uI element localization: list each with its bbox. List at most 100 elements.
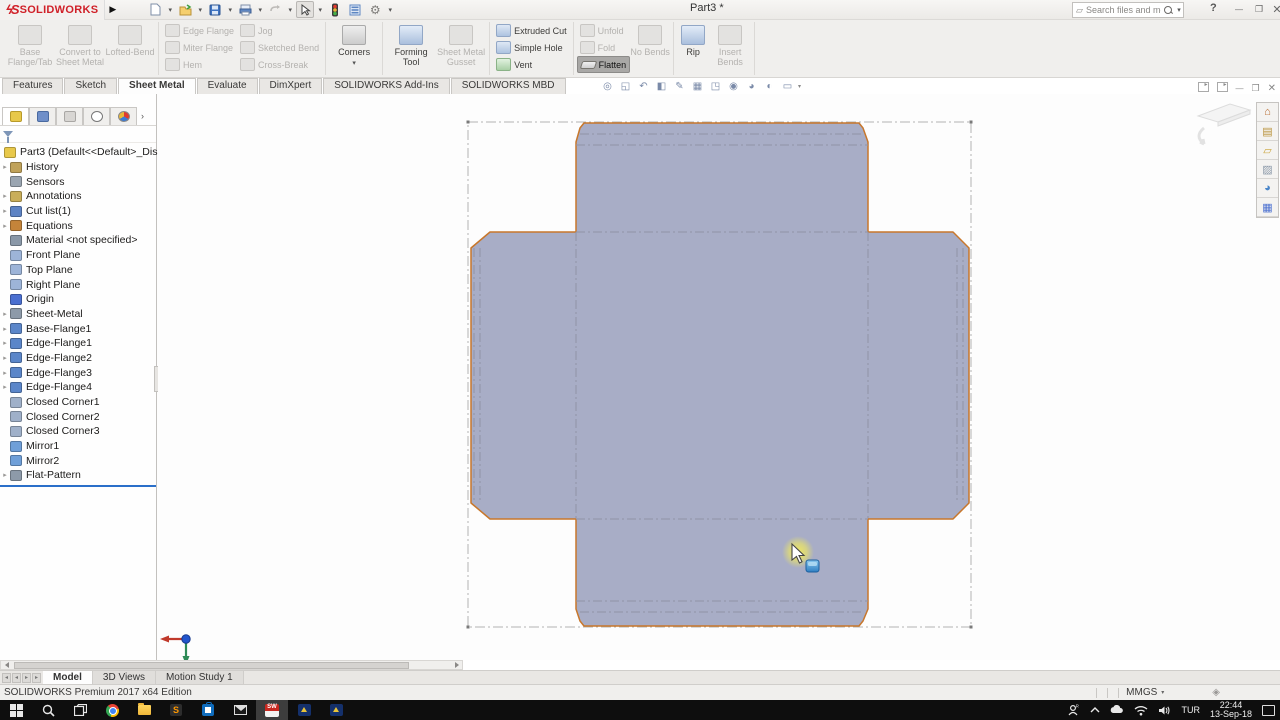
base-flange-button[interactable]: Base Flange/Tab xyxy=(5,22,55,75)
sheet-metal-gusset-button[interactable]: Sheet Metal Gusset xyxy=(436,22,486,75)
help-button[interactable]: ? xyxy=(1210,2,1217,14)
view-toolbar-icon[interactable]: ◱ xyxy=(618,79,633,93)
open-button[interactable] xyxy=(176,1,194,18)
new-document-button[interactable] xyxy=(146,1,164,18)
solidworks-taskbar-icon[interactable]: SW xyxy=(256,700,288,720)
tree-item[interactable]: Sheet-Metal xyxy=(0,307,156,322)
select-tool-button[interactable] xyxy=(296,1,314,18)
expand-arrow-icon[interactable] xyxy=(0,325,10,333)
doc-tab[interactable]: Model xyxy=(43,671,93,684)
expand-arrow-icon[interactable] xyxy=(0,310,10,318)
view-toolbar-icon[interactable]: ◎ xyxy=(600,79,615,93)
task-view-button[interactable] xyxy=(64,700,96,720)
view-toolbar-icon[interactable]: ▦ xyxy=(690,79,705,93)
tree-filter-row[interactable] xyxy=(0,126,156,143)
start-button[interactable] xyxy=(0,700,32,720)
hem-button[interactable]: Hem xyxy=(162,56,237,73)
last-tab-button[interactable]: ▸ xyxy=(32,673,41,683)
chrome-icon[interactable] xyxy=(96,700,128,720)
mail-icon[interactable] xyxy=(224,700,256,720)
action-center-icon[interactable] xyxy=(1257,700,1280,720)
options-list-button[interactable] xyxy=(346,1,364,18)
view-toolbar-icon[interactable]: ◳ xyxy=(708,79,723,93)
expand-arrow-icon[interactable] xyxy=(0,369,10,377)
unfold-button[interactable]: Unfold xyxy=(577,22,631,39)
menu-flyout-arrow-icon[interactable]: ▶ xyxy=(109,4,116,15)
featuremanager-tree-tab[interactable] xyxy=(2,107,29,125)
sketched-bend-button[interactable]: Sketched Bend xyxy=(237,39,322,56)
no-bends-button[interactable]: No Bends xyxy=(630,22,670,75)
cross-break-button[interactable]: Cross-Break xyxy=(237,56,322,73)
tree-item[interactable]: Closed Corner2 xyxy=(0,409,156,424)
tree-root-item[interactable]: Part3 (Default<<Default>_Display State xyxy=(0,145,156,160)
tree-item[interactable]: Closed Corner3 xyxy=(0,424,156,439)
taskbar-clock[interactable]: 22:44 13-Sep-18 xyxy=(1205,700,1257,720)
tree-item[interactable]: Equations xyxy=(0,218,156,233)
graphics-area[interactable]: X ⌂ ▤ ▱ xyxy=(158,94,1280,660)
language-indicator[interactable]: TUR xyxy=(1176,700,1205,720)
expand-arrow-icon[interactable] xyxy=(0,354,10,362)
tree-item[interactable]: Base-Flange1 xyxy=(0,321,156,336)
command-manager-tab[interactable]: SOLIDWORKS Add-Ins xyxy=(323,78,449,94)
print-caret-icon[interactable] xyxy=(256,6,264,14)
view-toolbar-icon[interactable]: ↶ xyxy=(636,79,651,93)
task-pane-icon[interactable]: ▨ xyxy=(1257,160,1278,179)
tree-item[interactable]: Mirror1 xyxy=(0,439,156,454)
convert-to-sheet-metal-button[interactable]: Convert to Sheet Metal xyxy=(55,22,105,75)
flatten-button[interactable]: Flatten xyxy=(577,56,631,73)
wifi-icon[interactable] xyxy=(1129,700,1153,720)
next-tab-button[interactable]: ▸ xyxy=(22,673,31,683)
tree-item[interactable]: Annotations xyxy=(0,189,156,204)
scroll-right-arrow-icon[interactable] xyxy=(451,661,462,669)
view-toolbar-icon[interactable]: ◧ xyxy=(654,79,669,93)
tag-icon[interactable]: ◈ xyxy=(1212,687,1220,698)
display-manager-tab[interactable] xyxy=(110,107,137,125)
configuration-manager-tab[interactable] xyxy=(56,107,83,125)
people-tray-icon[interactable]: ᴿ xyxy=(1063,700,1085,720)
undo-caret-icon[interactable] xyxy=(286,6,294,14)
flat-pattern-face[interactable] xyxy=(471,123,969,626)
horizontal-scrollbar[interactable] xyxy=(0,660,463,670)
window-minimize-button[interactable] xyxy=(1228,0,1250,19)
save-button[interactable] xyxy=(206,1,224,18)
view-toolbar-caret-icon[interactable] xyxy=(798,83,801,90)
tree-item[interactable]: Flat-Pattern xyxy=(0,468,156,483)
window-close-button[interactable] xyxy=(1266,0,1280,19)
doc-tab[interactable]: Motion Study 1 xyxy=(156,671,244,684)
lofted-bend-button[interactable]: Lofted-Bend xyxy=(105,22,155,75)
forming-tool-button[interactable]: Forming Tool xyxy=(386,22,436,75)
miter-flange-button[interactable]: Miter Flange xyxy=(162,39,237,56)
task-pane-icon[interactable]: ◕ xyxy=(1257,179,1278,198)
edge-flange-button[interactable]: Edge Flange xyxy=(162,22,237,39)
new-window-button[interactable] xyxy=(1198,82,1209,92)
first-tab-button[interactable]: ◂ xyxy=(2,673,11,683)
expand-arrow-icon[interactable] xyxy=(0,471,10,479)
tree-item[interactable]: Origin xyxy=(0,292,156,307)
new-caret-icon[interactable] xyxy=(166,6,174,14)
file-explorer-icon[interactable] xyxy=(128,700,160,720)
save-caret-icon[interactable] xyxy=(226,6,234,14)
task-pane-icon[interactable]: ▤ xyxy=(1257,122,1278,141)
tray-expand-caret-icon[interactable] xyxy=(1085,700,1105,720)
tree-item[interactable]: History xyxy=(0,160,156,175)
scroll-left-arrow-icon[interactable] xyxy=(1,661,12,669)
rollback-bar[interactable] xyxy=(0,485,156,487)
simple-hole-button[interactable]: Simple Hole xyxy=(493,39,570,56)
search-box[interactable]: ▱ Search files and models xyxy=(1072,2,1184,18)
media-app-icon-2[interactable] xyxy=(320,700,352,720)
view-toolbar-icon[interactable]: ▭ xyxy=(780,79,795,93)
tree-item[interactable]: Edge-Flange1 xyxy=(0,336,156,351)
corners-caret-icon[interactable] xyxy=(352,59,356,69)
rebuild-button[interactable] xyxy=(326,1,344,18)
tree-item[interactable]: Sensors xyxy=(0,174,156,189)
tree-item[interactable]: Closed Corner1 xyxy=(0,395,156,410)
tree-item[interactable]: Top Plane xyxy=(0,263,156,278)
jog-button[interactable]: Jog xyxy=(237,22,322,39)
units-caret-icon[interactable] xyxy=(1161,689,1164,696)
settings-gear-button[interactable]: ⚙ xyxy=(366,1,384,18)
sublime-text-icon[interactable]: S xyxy=(160,700,192,720)
command-manager-tab[interactable]: Features xyxy=(2,78,63,94)
tree-item[interactable]: Mirror2 xyxy=(0,453,156,468)
print-button[interactable] xyxy=(236,1,254,18)
task-pane-icon[interactable]: ⌂ xyxy=(1257,103,1278,122)
